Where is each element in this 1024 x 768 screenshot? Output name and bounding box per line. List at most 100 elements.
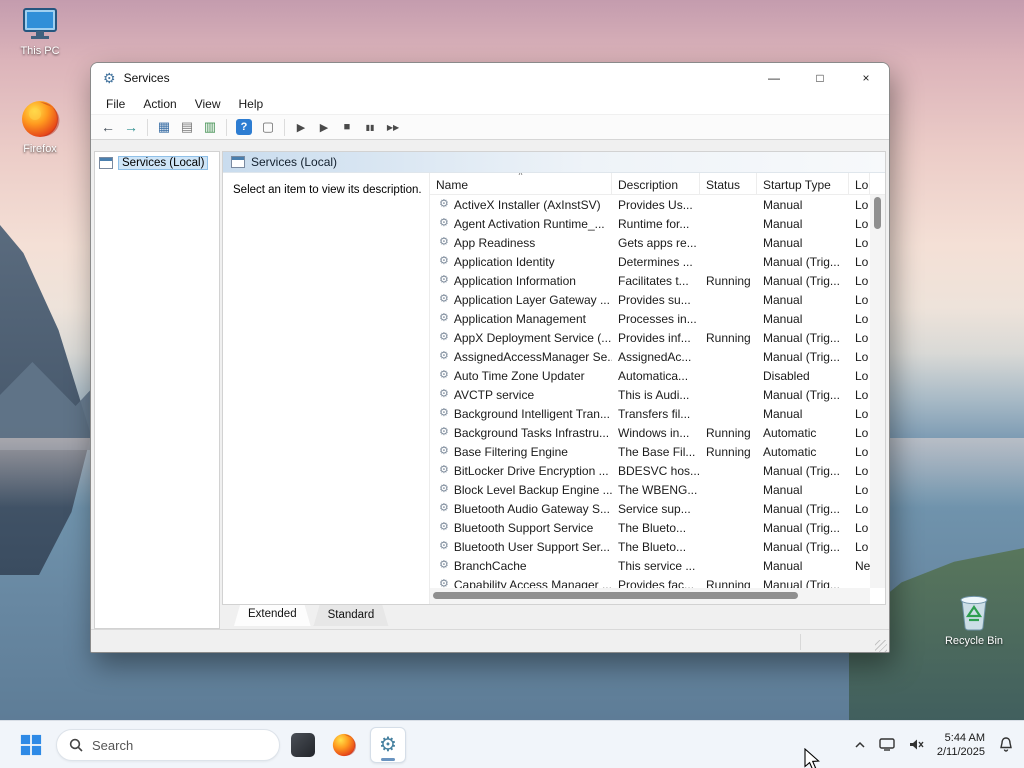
desktop-icon-firefox[interactable]: Firefox [8, 98, 72, 155]
service-row[interactable]: ⚙ AppX Deployment Service (... Provides in… [430, 328, 870, 347]
service-row[interactable]: ⚙ AssignedAccessManager Se... AssignedAc..… [430, 347, 870, 366]
tab-standard[interactable]: Standard [314, 605, 389, 626]
tab-extended[interactable]: Extended [234, 605, 311, 626]
service-description: Automatica... [618, 368, 689, 383]
pause-service-icon[interactable]: ▮▮ [359, 117, 381, 137]
horizontal-scroll-thumb[interactable] [433, 592, 799, 599]
column-header-description[interactable]: Description [612, 173, 700, 194]
notifications-bell-icon[interactable] [998, 736, 1014, 753]
service-logon-as: Lo [855, 235, 869, 250]
service-row[interactable]: ⚙ Block Level Backup Engine ... The WBENG.… [430, 480, 870, 499]
service-gear-icon: ⚙ [439, 293, 449, 305]
service-row[interactable]: ⚙ Base Filtering Engine The Base Fil... Run… [430, 442, 870, 461]
column-header-name[interactable]: Name ^ [430, 173, 612, 194]
service-description: Processes in... [618, 311, 697, 326]
tree-item-services-local[interactable]: Services (Local) [95, 152, 219, 174]
service-row[interactable]: ⚙ Agent Activation Runtime_... Runtime for… [430, 214, 870, 233]
vertical-scrollbar[interactable] [870, 195, 885, 588]
service-row[interactable]: ⚙ BranchCache This service ... Manual Ne [430, 556, 870, 575]
service-gear-icon: ⚙ [439, 369, 449, 381]
service-row[interactable]: ⚙ Background Tasks Infrastru... Windows in… [430, 423, 870, 442]
title-bar[interactable]: ⚙ Services — □ × [91, 63, 889, 93]
taskbar-clock[interactable]: 5:44 AM 2/11/2025 [937, 731, 985, 759]
service-description: The WBENG... [618, 482, 698, 497]
resume-service-icon[interactable]: ▶ [313, 117, 335, 137]
menu-action[interactable]: Action [134, 97, 185, 111]
service-row[interactable]: ⚙ AVCTP service This is Audi... Manual (Tri… [430, 385, 870, 404]
service-row[interactable]: ⚙ Application Information Facilitates t...… [430, 271, 870, 290]
snapin-window-icon[interactable]: ▢ [257, 117, 279, 137]
taskbar-firefox-icon[interactable] [326, 727, 362, 763]
service-gear-icon: ⚙ [439, 483, 449, 495]
service-logon-as: Lo [855, 368, 869, 383]
description-pane: Select an item to view its description. [223, 173, 429, 604]
restart-service-icon[interactable]: ▶▶ [382, 117, 404, 137]
column-header-status[interactable]: Status [700, 173, 757, 194]
service-startup-type: Manual (Trig... [763, 349, 840, 364]
column-header-startup-type[interactable]: Startup Type [757, 173, 849, 194]
service-gear-icon: ⚙ [439, 407, 449, 419]
back-icon[interactable]: ← [97, 117, 119, 137]
properties-icon[interactable]: ▤ [176, 117, 198, 137]
service-name: ⚙ Agent Activation Runtime_... [439, 216, 605, 231]
hidden-icons-chevron-icon[interactable] [854, 740, 866, 750]
recycle-bin-icon [960, 595, 988, 631]
taskbar-services-icon[interactable]: ⚙ [370, 727, 406, 763]
service-gear-icon: ⚙ [439, 350, 449, 362]
service-row[interactable]: ⚙ App Readiness Gets apps re... Manual Lo [430, 233, 870, 252]
start-service-icon[interactable]: ▶ [290, 117, 312, 137]
service-description: Windows in... [618, 425, 690, 440]
forward-icon[interactable]: → [120, 117, 142, 137]
service-row[interactable]: ⚙ Application Management Processes in... Ma… [430, 309, 870, 328]
service-row[interactable]: ⚙ Auto Time Zone Updater Automatica... Disa… [430, 366, 870, 385]
service-row[interactable]: ⚙ BitLocker Drive Encryption ... BDESVC ho… [430, 461, 870, 480]
search-input[interactable] [92, 737, 242, 753]
maximize-button[interactable]: □ [797, 63, 843, 93]
close-button[interactable]: × [843, 63, 889, 93]
service-description: The Blueto... [618, 539, 687, 554]
service-row[interactable]: ⚙ Background Intelligent Tran... Transfers… [430, 404, 870, 423]
search-box[interactable] [56, 729, 280, 761]
desktop-icon-recycle-bin[interactable]: Recycle Bin [942, 590, 1006, 647]
service-gear-icon: ⚙ [439, 578, 449, 589]
start-button[interactable] [14, 729, 48, 761]
resize-grip[interactable] [875, 640, 887, 652]
status-bar-divider [800, 634, 801, 650]
export-list-icon[interactable]: ▥ [199, 117, 221, 137]
menu-help[interactable]: Help [230, 97, 273, 111]
console-tree-icon[interactable]: ▦ [153, 117, 175, 137]
services-panel: Services (Local) Select an item to view … [222, 151, 886, 605]
service-name: ⚙ Bluetooth User Support Ser... [439, 539, 610, 554]
services-gear-icon: ⚙ [379, 734, 397, 756]
service-startup-type: Manual [763, 235, 803, 250]
display-icon[interactable] [879, 738, 895, 751]
service-row[interactable]: ⚙ Capability Access Manager ... Provides f… [430, 575, 870, 589]
service-row[interactable]: ⚙ Application Identity Determines ... Manua… [430, 252, 870, 271]
menu-view[interactable]: View [186, 97, 230, 111]
taskbar-app-icon-dark[interactable] [285, 727, 321, 763]
column-header-lo[interactable]: Lo [849, 173, 870, 194]
menu-bar: File Action View Help [91, 93, 889, 114]
menu-file[interactable]: File [97, 97, 134, 111]
service-row[interactable]: ⚙ Bluetooth User Support Ser... The Blueto… [430, 537, 870, 556]
mouse-cursor [804, 748, 820, 768]
vertical-scroll-thumb[interactable] [874, 197, 881, 229]
service-gear-icon: ⚙ [439, 464, 449, 476]
service-description: Provides fac... [618, 577, 695, 589]
horizontal-scrollbar[interactable] [430, 588, 870, 604]
service-description: Provides Us... [618, 197, 693, 212]
service-logon-as: Lo [855, 425, 869, 440]
service-row[interactable]: ⚙ Bluetooth Support Service The Blueto... M… [430, 518, 870, 537]
service-gear-icon: ⚙ [439, 217, 449, 229]
service-row[interactable]: ⚙ Application Layer Gateway ... Provides s… [430, 290, 870, 309]
service-logon-as: Lo [855, 539, 869, 554]
help-icon[interactable]: ? [236, 119, 252, 135]
volume-muted-icon[interactable] [908, 738, 924, 751]
desktop-icon-this-pc[interactable]: This PC [8, 8, 72, 57]
minimize-button[interactable]: — [751, 63, 797, 93]
service-description: Provides su... [618, 292, 691, 307]
stop-service-icon[interactable]: ■ [336, 117, 358, 137]
service-row[interactable]: ⚙ Bluetooth Audio Gateway S... Service sup… [430, 499, 870, 518]
console-icon [99, 157, 113, 169]
service-row[interactable]: ⚙ ActiveX Installer (AxInstSV) Provides Us… [430, 195, 870, 214]
